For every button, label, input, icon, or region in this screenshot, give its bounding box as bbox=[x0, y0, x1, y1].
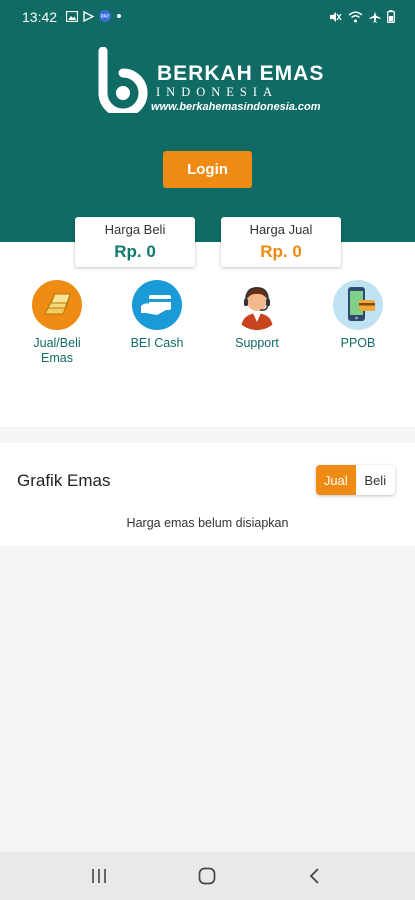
status-time: 13:42 bbox=[22, 9, 58, 25]
chart-toggle: Jual Beli bbox=[316, 465, 395, 495]
mute-icon bbox=[330, 11, 342, 22]
brand-name: BERKAH EMAS bbox=[157, 62, 325, 85]
home-icon[interactable] bbox=[192, 864, 222, 888]
logo-mark-icon bbox=[98, 47, 148, 113]
menu-label-ppob: PPOB bbox=[340, 336, 376, 350]
wifi-icon bbox=[348, 11, 363, 22]
buy-price-card: Harga Beli Rp. 0 bbox=[75, 217, 195, 267]
recents-icon[interactable] bbox=[84, 864, 114, 888]
chart-empty-message: Harga emas belum disiapkan bbox=[126, 516, 289, 530]
sell-price-card: Harga Jual Rp. 0 bbox=[221, 217, 341, 267]
toggle-jual-button[interactable]: Jual bbox=[316, 465, 356, 495]
battery-icon bbox=[387, 10, 395, 23]
chart-title: Grafik Emas bbox=[17, 471, 111, 490]
header bbox=[0, 0, 415, 242]
brand-logo: BERKAH EMAS INDONESIA www.berkahemasindo… bbox=[93, 47, 333, 117]
menu-label-jual-beli-emas: Jual/Beli Emas bbox=[33, 336, 81, 365]
svg-text:PAY: PAY bbox=[101, 14, 111, 20]
image-icon bbox=[66, 10, 78, 22]
menu-item-support[interactable]: Support bbox=[217, 280, 297, 351]
gold-bars-icon bbox=[32, 280, 82, 330]
system-nav-bar bbox=[0, 852, 415, 900]
brand-url: www.berkahemasindonesia.com bbox=[151, 101, 321, 113]
card-cash-icon bbox=[132, 280, 182, 330]
airplane-icon bbox=[369, 11, 381, 23]
phone-payment-icon bbox=[333, 280, 383, 330]
support-agent-icon bbox=[232, 280, 282, 330]
app-icon: PAY bbox=[99, 10, 111, 22]
buy-price-value: Rp. 0 bbox=[114, 242, 156, 261]
menu-label-bei-cash: BEI Cash bbox=[130, 336, 184, 350]
buy-price-label: Harga Beli bbox=[104, 222, 166, 237]
menu-item-bei-cash[interactable]: BEI Cash bbox=[117, 280, 197, 351]
sell-price-label: Harga Jual bbox=[249, 222, 313, 237]
menu-item-ppob[interactable]: PPOB bbox=[318, 280, 398, 351]
toggle-beli-button[interactable]: Beli bbox=[355, 465, 395, 495]
chart-section: Grafik Emas Jual Beli Harga emas belum d… bbox=[0, 443, 415, 546]
menu-item-jual-beli-emas[interactable]: Jual/Beli Emas bbox=[17, 280, 97, 366]
play-icon bbox=[83, 10, 94, 22]
dot-icon bbox=[117, 14, 121, 18]
back-icon[interactable] bbox=[300, 864, 330, 888]
menu-label-support: Support bbox=[235, 336, 279, 350]
brand-subtitle: INDONESIA bbox=[156, 85, 279, 99]
sell-price-value: Rp. 0 bbox=[260, 242, 302, 261]
status-bar: 13:42 PAY bbox=[0, 0, 415, 32]
login-button[interactable]: Login bbox=[163, 151, 252, 188]
